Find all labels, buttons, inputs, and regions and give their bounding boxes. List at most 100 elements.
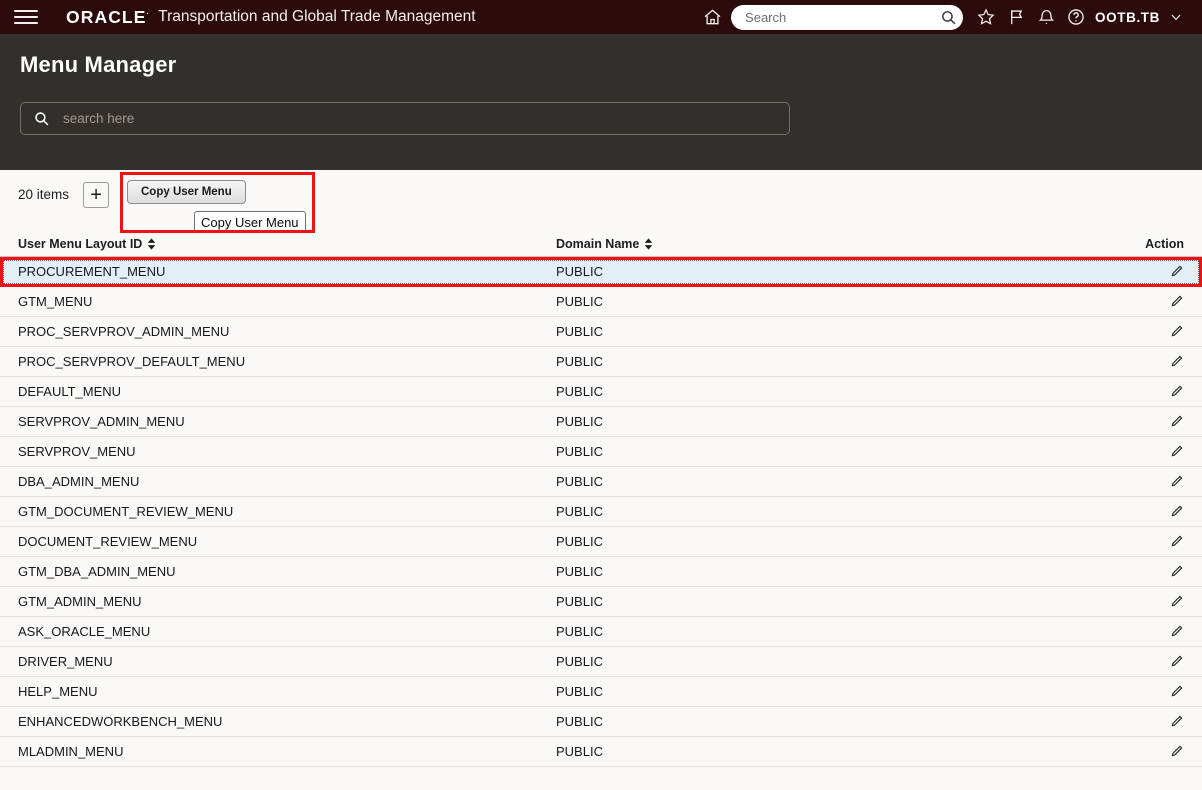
pencil-icon[interactable] [1169, 474, 1184, 489]
table-row-document_review_menu[interactable]: DOCUMENT_REVIEW_MENU PUBLIC [0, 527, 1202, 557]
sort-icon[interactable] [147, 238, 156, 250]
column-label: User Menu Layout ID [18, 237, 143, 251]
cell-domain-name: PUBLIC [556, 504, 603, 519]
page-search[interactable] [20, 102, 790, 135]
cell-domain-name: PUBLIC [556, 564, 603, 579]
cell-domain-name: PUBLIC [556, 264, 603, 279]
table-row-driver_menu[interactable]: DRIVER_MENU PUBLIC [0, 647, 1202, 677]
add-button[interactable]: + [83, 182, 110, 208]
table-row-default_menu[interactable]: DEFAULT_MENU PUBLIC [0, 377, 1202, 407]
cell-domain-name: PUBLIC [556, 624, 603, 639]
sort-icon[interactable] [644, 238, 653, 250]
column-label: Domain Name [556, 237, 640, 251]
table-row[interactable]: SERVPROV_MENU PUBLIC [0, 437, 1202, 467]
table-row-help_menu[interactable]: HELP_MENU PUBLIC [0, 677, 1202, 707]
cell-action [1134, 624, 1184, 639]
oracle-logo: ORACLE· [66, 7, 149, 28]
table-row[interactable]: GTM_MENU PUBLIC [0, 287, 1202, 317]
search-icon[interactable] [33, 110, 50, 127]
pencil-icon[interactable] [1169, 264, 1184, 279]
pencil-icon[interactable] [1169, 354, 1184, 369]
table-row-gtm_menu[interactable]: GTM_MENU PUBLIC [0, 287, 1202, 317]
content-area: 20 items + Copy User Menu Copy User Menu… [0, 170, 1202, 790]
cell-action [1134, 294, 1184, 309]
cell-action [1134, 354, 1184, 369]
pencil-icon[interactable] [1169, 624, 1184, 639]
table-row[interactable]: SERVPROV_ADMIN_MENU PUBLIC [0, 407, 1202, 437]
user-menu-label[interactable]: OOTB.TB [1095, 10, 1160, 25]
cell-domain-name: PUBLIC [556, 744, 603, 759]
table-row-proc_servprov_admin_menu[interactable]: PROC_SERVPROV_ADMIN_MENU PUBLIC [0, 317, 1202, 347]
pencil-icon[interactable] [1169, 324, 1184, 339]
table-row[interactable]: DRIVER_MENU PUBLIC [0, 647, 1202, 677]
pencil-icon[interactable] [1169, 294, 1184, 309]
pencil-icon[interactable] [1169, 414, 1184, 429]
table-row-procurement_menu[interactable]: PROCUREMENT_MENU PUBLIC [0, 257, 1202, 287]
cell-user-menu-layout-id: ASK_ORACLE_MENU [18, 624, 151, 639]
table-row-enhancedworkbench_menu[interactable]: ENHANCEDWORKBENCH_MENU PUBLIC [0, 707, 1202, 737]
cell-domain-name: PUBLIC [556, 714, 603, 729]
search-icon[interactable] [940, 9, 957, 26]
global-search[interactable] [731, 4, 964, 30]
cell-domain-name: PUBLIC [556, 684, 603, 699]
table-row[interactable]: PROC_SERVPROV_DEFAULT_MENU PUBLIC [0, 347, 1202, 377]
bell-icon[interactable] [1031, 2, 1061, 32]
table-row-gtm_dba_admin_menu[interactable]: GTM_DBA_ADMIN_MENU PUBLIC [0, 557, 1202, 587]
table-row-servprov_menu[interactable]: SERVPROV_MENU PUBLIC [0, 437, 1202, 467]
cell-domain-name: PUBLIC [556, 354, 603, 369]
table-row-proc_servprov_default_menu[interactable]: PROC_SERVPROV_DEFAULT_MENU PUBLIC [0, 347, 1202, 377]
table-row[interactable]: GTM_DOCUMENT_REVIEW_MENU PUBLIC [0, 497, 1202, 527]
table-toolbar: 20 items + Copy User Menu Copy User Menu [0, 170, 1202, 233]
copy-user-menu-button[interactable]: Copy User Menu [127, 180, 246, 204]
pencil-icon[interactable] [1169, 564, 1184, 579]
pencil-icon[interactable] [1169, 594, 1184, 609]
global-search-input[interactable] [745, 9, 941, 25]
cell-domain-name: PUBLIC [556, 474, 603, 489]
table-row-mladmin_menu[interactable]: MLADMIN_MENU PUBLIC [0, 737, 1202, 767]
table-row-gtm_document_review_menu[interactable]: GTM_DOCUMENT_REVIEW_MENU PUBLIC [0, 497, 1202, 527]
table-row[interactable]: ASK_ORACLE_MENU PUBLIC [0, 617, 1202, 647]
cell-user-menu-layout-id: PROC_SERVPROV_ADMIN_MENU [18, 324, 230, 339]
table-row[interactable]: PROCUREMENT_MENU PUBLIC [0, 257, 1202, 287]
pencil-icon[interactable] [1169, 534, 1184, 549]
table-row[interactable]: DOCUMENT_REVIEW_MENU PUBLIC [0, 527, 1202, 557]
cell-domain-name: PUBLIC [556, 324, 603, 339]
cell-domain-name: PUBLIC [556, 444, 603, 459]
page-search-input[interactable] [63, 111, 777, 126]
table-row[interactable]: GTM_ADMIN_MENU PUBLIC [0, 587, 1202, 617]
pencil-icon[interactable] [1169, 654, 1184, 669]
home-icon[interactable] [697, 2, 727, 32]
pencil-icon[interactable] [1169, 444, 1184, 459]
table-row-servprov_admin_menu[interactable]: SERVPROV_ADMIN_MENU PUBLIC [0, 407, 1202, 437]
table-row[interactable]: DBA_ADMIN_MENU PUBLIC [0, 467, 1202, 497]
pencil-icon[interactable] [1169, 504, 1184, 519]
flag-icon[interactable] [1001, 2, 1031, 32]
table-row[interactable]: ENHANCEDWORKBENCH_MENU PUBLIC [0, 707, 1202, 737]
copy-user-menu-tooltip: Copy User Menu [194, 211, 306, 233]
hamburger-icon[interactable] [14, 6, 40, 28]
table-row-dba_admin_menu[interactable]: DBA_ADMIN_MENU PUBLIC [0, 467, 1202, 497]
column-header-user-menu-layout-id[interactable]: User Menu Layout ID [18, 237, 556, 251]
pencil-icon[interactable] [1169, 684, 1184, 699]
cell-user-menu-layout-id: GTM_DBA_ADMIN_MENU [18, 564, 176, 579]
table-row[interactable]: PROC_SERVPROV_ADMIN_MENU PUBLIC [0, 317, 1202, 347]
pencil-icon[interactable] [1169, 714, 1184, 729]
help-icon[interactable] [1061, 2, 1091, 32]
table-row-ask_oracle_menu[interactable]: ASK_ORACLE_MENU PUBLIC [0, 617, 1202, 647]
cell-domain-name: PUBLIC [556, 534, 603, 549]
cell-action [1134, 714, 1184, 729]
table-row[interactable]: DEFAULT_MENU PUBLIC [0, 377, 1202, 407]
star-icon[interactable] [971, 2, 1001, 32]
table-row[interactable]: MLADMIN_MENU PUBLIC [0, 737, 1202, 767]
chevron-down-icon[interactable] [1166, 10, 1186, 24]
table-row[interactable]: GTM_DBA_ADMIN_MENU PUBLIC [0, 557, 1202, 587]
cell-action [1134, 384, 1184, 399]
table-row-gtm_admin_menu[interactable]: GTM_ADMIN_MENU PUBLIC [0, 587, 1202, 617]
cell-user-menu-layout-id: MLADMIN_MENU [18, 744, 124, 759]
pencil-icon[interactable] [1169, 384, 1184, 399]
cell-action [1134, 744, 1184, 759]
table-row[interactable]: HELP_MENU PUBLIC [0, 677, 1202, 707]
cell-action [1134, 564, 1184, 579]
column-header-domain-name[interactable]: Domain Name [556, 237, 1134, 251]
pencil-icon[interactable] [1169, 744, 1184, 759]
